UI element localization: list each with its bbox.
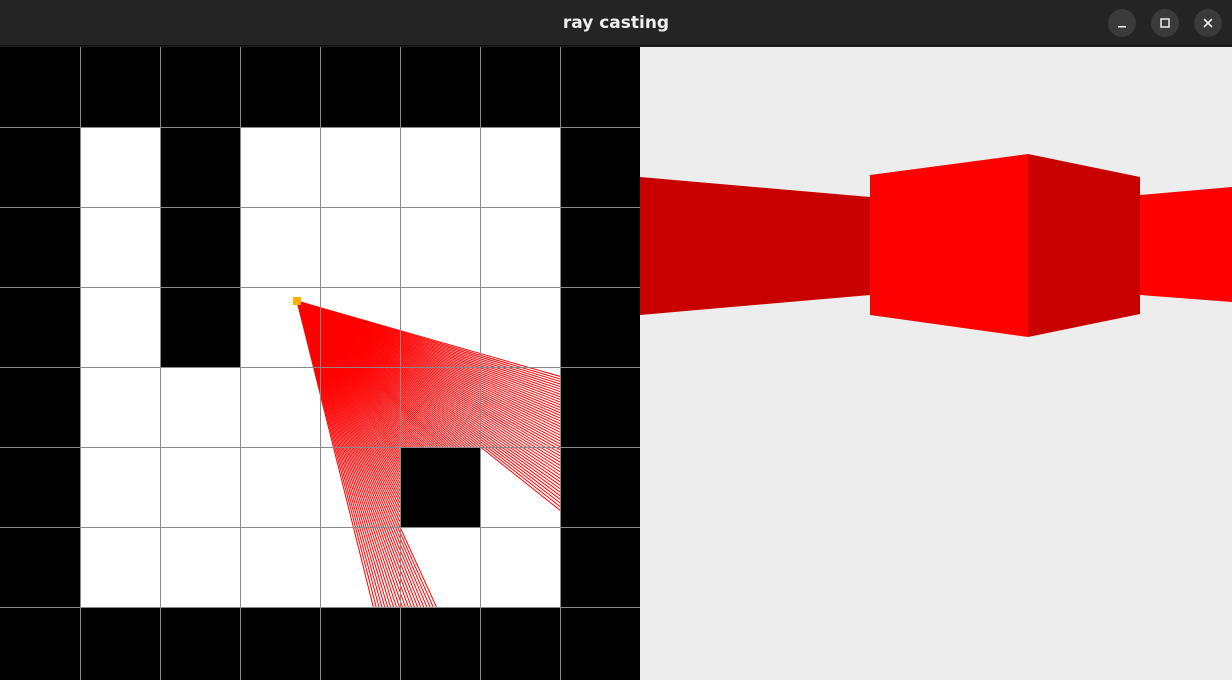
floor-cell xyxy=(80,527,160,607)
wall-cell xyxy=(560,607,640,680)
floor-cell xyxy=(400,207,480,287)
wall-cell xyxy=(160,287,240,367)
wall-cell xyxy=(80,607,160,680)
wall-cell xyxy=(400,447,480,527)
wall-cell xyxy=(320,607,400,680)
window-content xyxy=(0,47,1232,680)
floor-cell xyxy=(480,287,560,367)
wall-cell xyxy=(0,607,80,680)
close-button[interactable] xyxy=(1194,9,1222,37)
wall-cell xyxy=(560,367,640,447)
floor-cell xyxy=(160,527,240,607)
wall-cell xyxy=(240,47,320,127)
wall-cell xyxy=(160,207,240,287)
wall-cell xyxy=(480,607,560,680)
maximize-icon xyxy=(1159,17,1171,29)
wall-slice xyxy=(1140,187,1232,302)
wall-cell xyxy=(160,47,240,127)
floor-cell xyxy=(480,527,560,607)
wall-cell xyxy=(160,607,240,680)
wall-slice xyxy=(640,177,870,315)
wall-cell xyxy=(560,127,640,207)
window-title: ray casting xyxy=(562,13,670,33)
floor-cell xyxy=(400,527,480,607)
rendered-walls xyxy=(640,154,1232,337)
floor-cell xyxy=(240,527,320,607)
app-window: ray casting xyxy=(0,0,1232,680)
wall-cell xyxy=(400,47,480,127)
wall-slice xyxy=(1028,154,1140,337)
close-icon xyxy=(1202,17,1214,29)
floor-cell xyxy=(80,287,160,367)
wall-cell xyxy=(560,287,640,367)
wall-cell xyxy=(0,367,80,447)
floor-cell xyxy=(80,207,160,287)
floor-cell xyxy=(80,127,160,207)
first-person-view[interactable] xyxy=(640,47,1232,680)
wall-cell xyxy=(240,607,320,680)
minimize-icon xyxy=(1116,17,1128,29)
floor-cell xyxy=(320,127,400,207)
wall-cell xyxy=(560,447,640,527)
floor-cell xyxy=(80,447,160,527)
wall-cell xyxy=(560,207,640,287)
wall-cell xyxy=(0,207,80,287)
floor-cell xyxy=(480,207,560,287)
wall-cell xyxy=(0,127,80,207)
wall-cell xyxy=(320,47,400,127)
scene-canvas xyxy=(640,154,1232,337)
floor-cell xyxy=(240,367,320,447)
floor-cell xyxy=(80,367,160,447)
maximize-button[interactable] xyxy=(1151,9,1179,37)
title-bar[interactable]: ray casting xyxy=(0,0,1232,46)
floor-cell xyxy=(240,127,320,207)
wall-cell xyxy=(80,47,160,127)
floor-cell xyxy=(160,447,240,527)
floor-cell xyxy=(160,367,240,447)
wall-cell xyxy=(480,47,560,127)
wall-cell xyxy=(0,47,80,127)
wall-cell xyxy=(400,607,480,680)
wall-cell xyxy=(160,127,240,207)
top-down-map-view[interactable] xyxy=(0,47,640,680)
wall-cell xyxy=(560,47,640,127)
wall-cell xyxy=(0,287,80,367)
floor-cell xyxy=(400,127,480,207)
wall-cell xyxy=(0,447,80,527)
wall-slice xyxy=(870,154,1028,337)
player-marker xyxy=(293,297,301,305)
floor-cell xyxy=(320,207,400,287)
wall-cell xyxy=(0,527,80,607)
floor-cell xyxy=(480,127,560,207)
wall-cell xyxy=(560,527,640,607)
floor-cell xyxy=(240,447,320,527)
map-canvas[interactable] xyxy=(0,47,640,680)
floor-cell xyxy=(240,207,320,287)
minimize-button[interactable] xyxy=(1108,9,1136,37)
